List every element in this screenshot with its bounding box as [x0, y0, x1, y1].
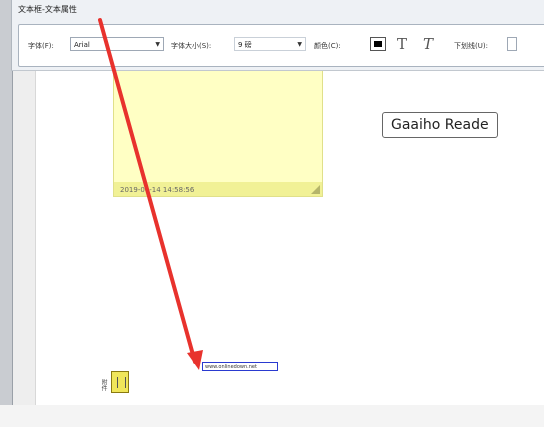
- annotation-overlay: [98, 18, 203, 370]
- red-arrow-line: [98, 18, 197, 364]
- red-arrow-head: [187, 350, 203, 370]
